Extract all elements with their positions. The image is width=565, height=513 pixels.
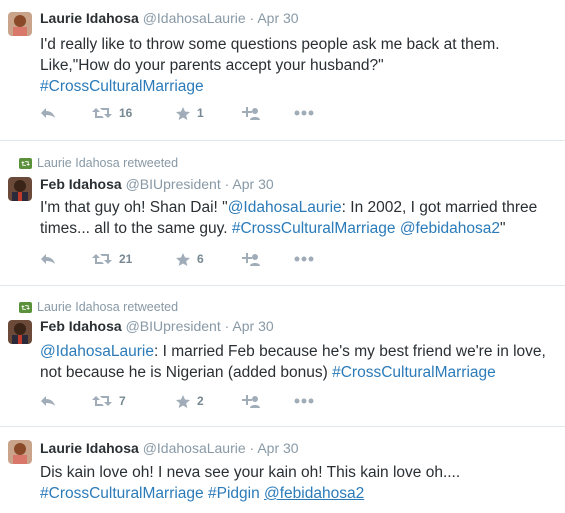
tweet-text-line: I'd really like to throw some questions … [40, 36, 500, 53]
retweet-button[interactable]: 16 [92, 106, 176, 120]
tweet-text-segment: times... all to the same guy. [40, 220, 232, 237]
author-name[interactable]: Feb Idahosa [40, 176, 122, 192]
follow-button[interactable] [242, 394, 294, 408]
more-button[interactable] [294, 256, 314, 262]
tweet-timestamp[interactable]: Apr 30 [232, 176, 273, 192]
tweet-text-segment: not because he is Nigerian (added bonus) [40, 364, 333, 381]
more-button[interactable] [294, 398, 314, 404]
star-icon [176, 252, 190, 266]
more-icon [294, 110, 314, 116]
reply-button[interactable] [40, 107, 92, 119]
reply-button[interactable] [40, 253, 92, 265]
retweet-count: 16 [119, 106, 133, 120]
follow-button[interactable] [242, 106, 294, 120]
follow-button[interactable] [242, 252, 294, 266]
tweet-text: @IdahosaLaurie: I married Feb because he… [40, 341, 560, 383]
reply-icon [41, 108, 55, 118]
retweet-badge-icon [19, 157, 32, 169]
favorite-button[interactable]: 1 [176, 106, 242, 120]
separator-dot: · [249, 10, 255, 26]
reply-icon [41, 396, 55, 406]
reply-icon [41, 254, 55, 264]
author-handle[interactable]: @IdahosaLaurie [143, 10, 246, 26]
tweet-timestamp[interactable]: Apr 30 [257, 10, 298, 26]
author-handle[interactable]: @IdahosaLaurie [143, 440, 246, 456]
retweet-context: Laurie Idahosa retweeted [19, 156, 178, 170]
tweet-text-line: Dis kain love oh! I neva see your kain o… [40, 464, 461, 481]
author-handle[interactable]: @BIUpresident [126, 318, 221, 334]
avatar[interactable] [8, 12, 32, 36]
separator-dot: · [249, 440, 255, 456]
tweet[interactable]: Laurie Idahosa @IdahosaLaurie · Apr 30 D… [0, 427, 565, 513]
retweet-button[interactable]: 7 [92, 394, 176, 408]
retweet-icon [92, 108, 112, 118]
avatar[interactable] [8, 320, 32, 344]
add-user-icon [242, 106, 260, 120]
favorite-count: 6 [197, 252, 204, 266]
retweeted-by-label[interactable]: Laurie Idahosa retweeted [37, 300, 178, 314]
tweet-text-segment: : I married Feb because he's my best fri… [153, 343, 546, 360]
mention-link[interactable]: @IdahosaLaurie [40, 343, 154, 360]
more-icon [294, 398, 314, 404]
tweet-text: Dis kain love oh! I neva see your kain o… [40, 462, 560, 504]
author-name[interactable]: Feb Idahosa [40, 318, 122, 334]
retweet-context: Laurie Idahosa retweeted [19, 300, 178, 314]
hashtag-link[interactable]: #Pidgin [208, 485, 260, 502]
tweet-text-segment: : In 2002, I got married three [341, 199, 538, 216]
author-handle[interactable]: @BIUpresident [126, 176, 221, 192]
more-button[interactable] [294, 110, 314, 116]
separator-dot: · [224, 176, 230, 192]
author-name[interactable]: Laurie Idahosa [40, 440, 139, 456]
retweeted-by-label[interactable]: Laurie Idahosa retweeted [37, 156, 178, 170]
tweet-text: I'm that guy oh! Shan Dai! "@IdahosaLaur… [40, 197, 560, 239]
tweet-text-segment: " [500, 220, 506, 237]
separator-dot: · [224, 318, 230, 334]
more-icon [294, 256, 314, 262]
tweet-text-line: Like,"How do your parents accept your hu… [40, 57, 384, 74]
reply-button[interactable] [40, 395, 92, 407]
retweet-count: 21 [119, 252, 133, 266]
hashtag-link[interactable]: #CrossCulturalMarriage [40, 485, 204, 502]
tweet[interactable]: Laurie Idahosa retweeted Feb Idahosa @BI… [0, 286, 565, 427]
tweet-timestamp[interactable]: Apr 30 [232, 318, 273, 334]
retweet-icon [92, 254, 112, 264]
add-user-icon [242, 252, 260, 266]
star-icon [176, 394, 190, 408]
hashtag-link[interactable]: #CrossCulturalMarriage [232, 220, 396, 237]
author-name[interactable]: Laurie Idahosa [40, 10, 139, 26]
hashtag-link[interactable]: #CrossCulturalMarriage [40, 78, 204, 95]
star-icon [176, 106, 190, 120]
retweet-badge-icon [19, 301, 32, 313]
mention-link[interactable]: @febidahosa2 [400, 220, 500, 237]
tweet-timestamp[interactable]: Apr 30 [257, 440, 298, 456]
retweet-count: 7 [119, 394, 126, 408]
add-user-icon [242, 394, 260, 408]
mention-link[interactable]: @IdahosaLaurie [228, 199, 342, 216]
hashtag-link[interactable]: #CrossCulturalMarriage [332, 364, 496, 381]
favorite-button[interactable]: 6 [176, 252, 242, 266]
favorite-count: 2 [197, 394, 204, 408]
retweet-button[interactable]: 21 [92, 252, 176, 266]
retweet-icon [92, 396, 112, 406]
avatar[interactable] [8, 177, 32, 201]
tweet-text-segment: I'm that guy oh! Shan Dai! " [40, 199, 228, 216]
favorite-count: 1 [197, 106, 204, 120]
favorite-button[interactable]: 2 [176, 394, 242, 408]
tweet[interactable]: Laurie Idahosa @IdahosaLaurie · Apr 30 I… [0, 0, 565, 141]
tweet-text: I'd really like to throw some questions … [40, 34, 560, 97]
avatar[interactable] [8, 440, 32, 464]
tweet[interactable]: Laurie Idahosa retweeted Feb Idahosa @BI… [0, 141, 565, 286]
mention-link[interactable]: @febidahosa2 [264, 485, 364, 502]
